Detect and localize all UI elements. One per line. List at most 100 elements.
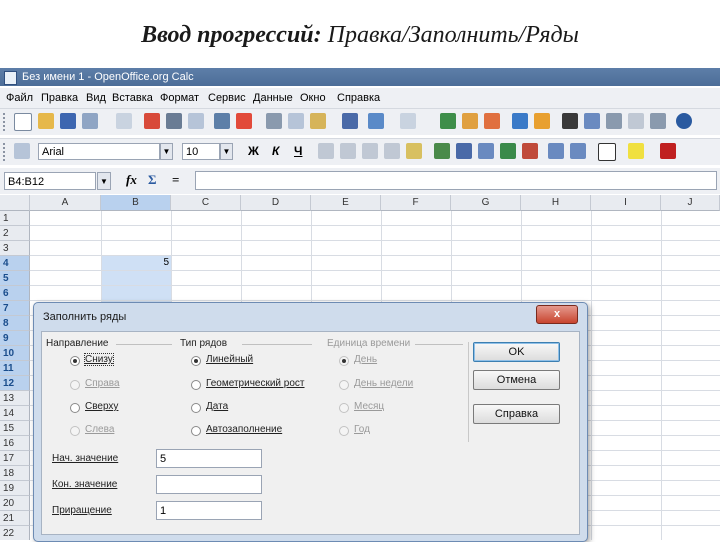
function-icon[interactable]: =: [172, 172, 179, 188]
row-header[interactable]: 19: [0, 481, 30, 496]
font-name-box[interactable]: Arial: [38, 143, 160, 160]
row-header[interactable]: 9: [0, 331, 30, 346]
sort-descending-icon[interactable]: [484, 113, 500, 129]
row-header[interactable]: 3: [0, 241, 30, 256]
name-box[interactable]: B4:B12: [4, 172, 96, 190]
row-header[interactable]: 15: [0, 421, 30, 436]
email-icon[interactable]: [82, 113, 98, 129]
italic-button[interactable]: К: [272, 143, 279, 160]
direction-down-label[interactable]: Снизу: [84, 353, 114, 366]
start-value-field[interactable]: 5: [156, 449, 262, 468]
standard-format-icon[interactable]: [478, 143, 494, 159]
font-size-dropdown[interactable]: ▼: [220, 143, 233, 160]
toolbar-grip[interactable]: [3, 143, 9, 161]
menu-tools[interactable]: Сервис: [208, 88, 246, 108]
spellcheck-icon[interactable]: [214, 113, 230, 129]
align-right-icon[interactable]: [362, 143, 378, 159]
increment-field[interactable]: 1: [156, 501, 262, 520]
underline-button[interactable]: Ч: [294, 143, 302, 160]
row-header[interactable]: 8: [0, 316, 30, 331]
paste-icon[interactable]: [310, 113, 326, 129]
menu-insert[interactable]: Вставка: [112, 88, 153, 108]
direction-left-label[interactable]: Слева: [85, 424, 114, 435]
autospellcheck-icon[interactable]: [236, 113, 252, 129]
open-folder-icon[interactable]: [38, 113, 54, 129]
type-date-label[interactable]: Дата: [206, 401, 228, 412]
name-box-dropdown[interactable]: ▼: [97, 172, 111, 190]
redo-icon[interactable]: [400, 113, 416, 129]
radio-direction-right[interactable]: [70, 380, 80, 390]
percent-format-icon[interactable]: [456, 143, 472, 159]
background-color-icon[interactable]: [628, 143, 644, 159]
format-paintbrush-icon[interactable]: [342, 113, 358, 129]
row-header[interactable]: 17: [0, 451, 30, 466]
menu-help[interactable]: Справка: [337, 88, 380, 108]
zoom-icon[interactable]: [650, 113, 666, 129]
radio-type-date[interactable]: [191, 403, 201, 413]
direction-up-label[interactable]: Сверху: [85, 401, 118, 412]
chart-icon[interactable]: [512, 113, 528, 129]
row-header[interactable]: 7: [0, 301, 30, 316]
row-header[interactable]: 20: [0, 496, 30, 511]
unit-month-label[interactable]: Месяц: [354, 401, 384, 412]
row-header[interactable]: 11: [0, 361, 30, 376]
row-header[interactable]: 4: [0, 256, 30, 271]
menu-file[interactable]: Файл: [6, 88, 33, 108]
merge-cells-icon[interactable]: [406, 143, 422, 159]
toolbar-grip[interactable]: [3, 113, 9, 131]
row-header[interactable]: 6: [0, 286, 30, 301]
direction-right-label[interactable]: Справа: [85, 378, 120, 389]
unit-weekday-label[interactable]: День недели: [354, 378, 413, 389]
column-header[interactable]: A: [30, 195, 101, 211]
close-button[interactable]: x: [536, 305, 578, 324]
radio-type-growth[interactable]: [191, 380, 201, 390]
column-header[interactable]: F: [381, 195, 451, 211]
page-preview-icon[interactable]: [188, 113, 204, 129]
new-document-icon[interactable]: [14, 113, 32, 131]
radio-direction-down[interactable]: [70, 356, 80, 366]
unit-year-label[interactable]: Год: [354, 424, 370, 435]
sort-ascending-icon[interactable]: [462, 113, 478, 129]
bold-button[interactable]: Ж: [248, 143, 259, 160]
help-icon[interactable]: [676, 113, 692, 129]
font-color-icon[interactable]: [660, 143, 676, 159]
type-autofill-label[interactable]: Автозаполнение: [206, 424, 282, 435]
column-header[interactable]: I: [591, 195, 661, 211]
borders-icon[interactable]: [598, 143, 616, 161]
column-header[interactable]: D: [241, 195, 311, 211]
radio-unit-weekday[interactable]: [339, 380, 349, 390]
row-header[interactable]: 10: [0, 346, 30, 361]
gallery-icon[interactable]: [606, 113, 622, 129]
radio-direction-up[interactable]: [70, 403, 80, 413]
row-header[interactable]: 13: [0, 391, 30, 406]
type-linear-label[interactable]: Линейный: [206, 354, 253, 365]
row-header[interactable]: 22: [0, 526, 30, 540]
radio-unit-year[interactable]: [339, 426, 349, 436]
add-decimal-icon[interactable]: [500, 143, 516, 159]
function-wizard-icon[interactable]: fx: [126, 172, 137, 188]
ok-button[interactable]: OK: [473, 342, 560, 362]
row-header[interactable]: 5: [0, 271, 30, 286]
increase-indent-icon[interactable]: [570, 143, 586, 159]
copy-icon[interactable]: [288, 113, 304, 129]
row-header[interactable]: 18: [0, 466, 30, 481]
radio-type-autofill[interactable]: [191, 426, 201, 436]
radio-direction-left[interactable]: [70, 426, 80, 436]
align-left-icon[interactable]: [318, 143, 334, 159]
export-pdf-icon[interactable]: [144, 113, 160, 129]
undo-icon[interactable]: [368, 113, 384, 129]
column-header[interactable]: H: [521, 195, 591, 211]
menu-format[interactable]: Формат: [160, 88, 199, 108]
column-header[interactable]: C: [171, 195, 241, 211]
cut-icon[interactable]: [266, 113, 282, 129]
styles-icon[interactable]: [14, 143, 30, 159]
radio-type-linear[interactable]: [191, 356, 201, 366]
show-draw-functions-icon[interactable]: [534, 113, 550, 129]
column-header[interactable]: B: [101, 195, 171, 211]
menu-window[interactable]: Окно: [300, 88, 326, 108]
row-header[interactable]: 21: [0, 511, 30, 526]
row-header[interactable]: 16: [0, 436, 30, 451]
corner-select-all[interactable]: [0, 195, 30, 211]
column-header[interactable]: E: [311, 195, 381, 211]
edit-file-icon[interactable]: [116, 113, 132, 129]
